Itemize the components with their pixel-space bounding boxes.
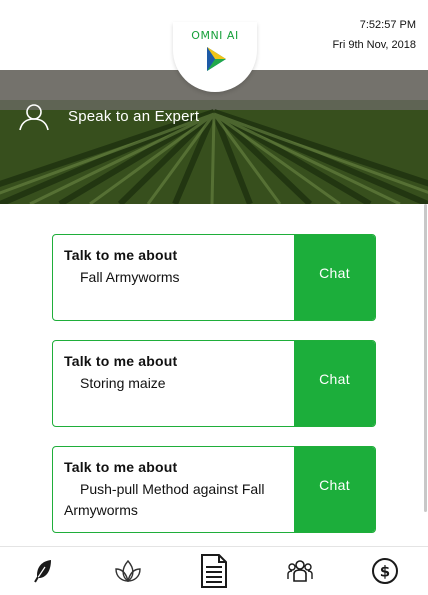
bottom-navigation: $: [0, 546, 428, 595]
user-icon: [19, 104, 49, 131]
expert-topics-list: Talk to me about Fall Armyworms Chat Tal…: [0, 204, 428, 546]
scrollbar[interactable]: [423, 204, 428, 546]
card-topic: Fall Armyworms: [80, 269, 180, 285]
scrollbar-thumb[interactable]: [424, 204, 427, 512]
card-topic: Storing maize: [80, 375, 166, 391]
nav-group[interactable]: [278, 549, 322, 593]
group-icon: [286, 560, 313, 582]
nav-dollar[interactable]: $: [363, 549, 407, 593]
current-date: Fri 9th Nov, 2018: [332, 39, 416, 51]
leaf-icon: [115, 559, 142, 582]
feather-icon: [33, 560, 51, 583]
speak-to-expert-label: Speak to an Expert: [68, 108, 200, 125]
card-title: Talk to me about: [64, 247, 178, 263]
chat-button[interactable]: Chat: [294, 341, 375, 426]
nav-document[interactable]: [192, 549, 236, 593]
play-logo-icon: [207, 47, 226, 71]
nav-leaf[interactable]: [106, 549, 150, 593]
card-title: Talk to me about: [64, 459, 178, 475]
brand-name: OMNI AI: [191, 29, 239, 42]
card-topic: Push-pull Method against Fall Armyworms: [64, 481, 265, 518]
chat-button[interactable]: Chat: [294, 235, 375, 320]
chat-button-label: Chat: [319, 476, 350, 493]
topic-card: Talk to me about Push-pull Method agains…: [52, 446, 376, 533]
document-icon: [200, 554, 227, 588]
clock: 7:52:57 PM Fri 9th Nov, 2018: [332, 15, 416, 55]
chat-button[interactable]: Chat: [294, 447, 375, 532]
card-title: Talk to me about: [64, 353, 178, 369]
svg-text:$: $: [380, 563, 390, 581]
current-time: 7:52:57 PM: [359, 19, 416, 31]
topic-card: Talk to me about Fall Armyworms Chat: [52, 234, 376, 321]
chat-button-label: Chat: [319, 264, 350, 281]
nav-feather[interactable]: [21, 549, 65, 593]
dollar-icon: $: [372, 558, 399, 584]
topic-card: Talk to me about Storing maize Chat: [52, 340, 376, 427]
chat-button-label: Chat: [319, 370, 350, 387]
